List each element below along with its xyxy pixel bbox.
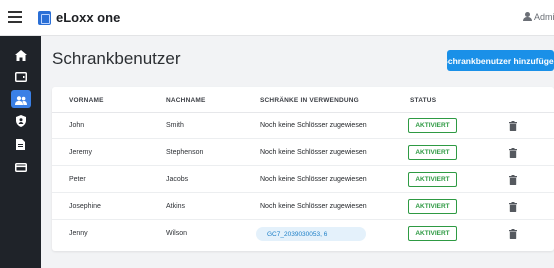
cell-vorname: Josephine: [69, 203, 101, 210]
home-icon: [14, 49, 27, 61]
cell-schraenke: Noch keine Schlösser zugewiesen: [260, 122, 367, 129]
sidebar-item-security[interactable]: [0, 111, 41, 131]
trash-icon[interactable]: [509, 148, 517, 158]
add-user-button[interactable]: Schrankbenutzer hinzufügen: [447, 50, 554, 71]
cell-nachname: Wilson: [166, 230, 188, 237]
cell-vorname: Jeremy: [69, 149, 92, 156]
cell-nachname: Atkins: [166, 203, 186, 210]
user-menu[interactable]: Admi: [523, 12, 554, 22]
sidebar-item-devices[interactable]: [0, 67, 41, 87]
cell-schraenke: Noch keine Schlösser zugewiesen: [260, 149, 367, 156]
column-header-nachname[interactable]: NACHNAME: [166, 97, 206, 104]
users-table: VORNAME NACHNAME SCHRÄNKE IN VERWENDUNG …: [52, 87, 554, 251]
shield-icon: [15, 115, 26, 127]
menu-icon[interactable]: [8, 11, 22, 23]
row-divider: [52, 165, 554, 166]
row-divider: [52, 192, 554, 193]
user-label: Admi: [534, 12, 554, 22]
sidebar: [0, 36, 41, 268]
tablet-icon: [14, 72, 27, 82]
cell-nachname: Smith: [166, 122, 184, 129]
status-badge[interactable]: AKTIVIERT: [408, 145, 457, 160]
cell-vorname: John: [69, 122, 85, 129]
user-icon: [523, 12, 532, 21]
cell-nachname: Stephenson: [166, 149, 204, 156]
table-row[interactable]: Peter Jacobs Noch keine Schlösser zugewi…: [52, 167, 554, 193]
logo-icon: [38, 11, 51, 25]
sidebar-item-cards[interactable]: [0, 157, 41, 177]
trash-icon[interactable]: [509, 202, 517, 212]
cell-nachname: Jacobs: [166, 176, 189, 183]
trash-icon[interactable]: [509, 121, 517, 131]
sidebar-item-home[interactable]: [0, 45, 41, 65]
status-badge[interactable]: AKTIVIERT: [408, 199, 457, 214]
cell-schraenke: Noch keine Schlösser zugewiesen: [260, 176, 367, 183]
row-divider: [52, 219, 554, 220]
card-icon: [14, 162, 27, 172]
table-row[interactable]: Jenny Wilson GC7_2039030053, 6 AKTIVIERT: [52, 221, 554, 247]
top-bar: eLoxx one Admi: [0, 0, 554, 36]
table-row[interactable]: Jeremy Stephenson Noch keine Schlösser z…: [52, 140, 554, 166]
page-title: Schrankbenutzer: [52, 49, 181, 68]
cell-schraenke: Noch keine Schlösser zugewiesen: [260, 203, 367, 210]
cell-vorname: Peter: [69, 176, 86, 183]
lock-chip[interactable]: GC7_2039030053, 6: [256, 227, 366, 241]
status-badge[interactable]: AKTIVIERT: [408, 172, 457, 187]
document-icon: [16, 138, 25, 150]
row-divider: [52, 138, 554, 139]
column-header-schraenke[interactable]: SCHRÄNKE IN VERWENDUNG: [260, 97, 359, 104]
sidebar-item-reports[interactable]: [0, 134, 41, 154]
table-row[interactable]: John Smith Noch keine Schlösser zugewies…: [52, 113, 554, 139]
cell-vorname: Jenny: [69, 230, 88, 237]
trash-icon[interactable]: [509, 175, 517, 185]
column-header-status[interactable]: STATUS: [410, 97, 436, 104]
trash-icon[interactable]: [509, 229, 517, 239]
table-row[interactable]: Josephine Atkins Noch keine Schlösser zu…: [52, 194, 554, 220]
column-header-vorname[interactable]: VORNAME: [69, 97, 104, 104]
status-badge[interactable]: AKTIVIERT: [408, 226, 457, 241]
users-icon: [14, 95, 27, 105]
status-badge[interactable]: AKTIVIERT: [408, 118, 457, 133]
sidebar-item-users[interactable]: [0, 90, 41, 110]
brand-name: eLoxx one: [56, 10, 121, 25]
